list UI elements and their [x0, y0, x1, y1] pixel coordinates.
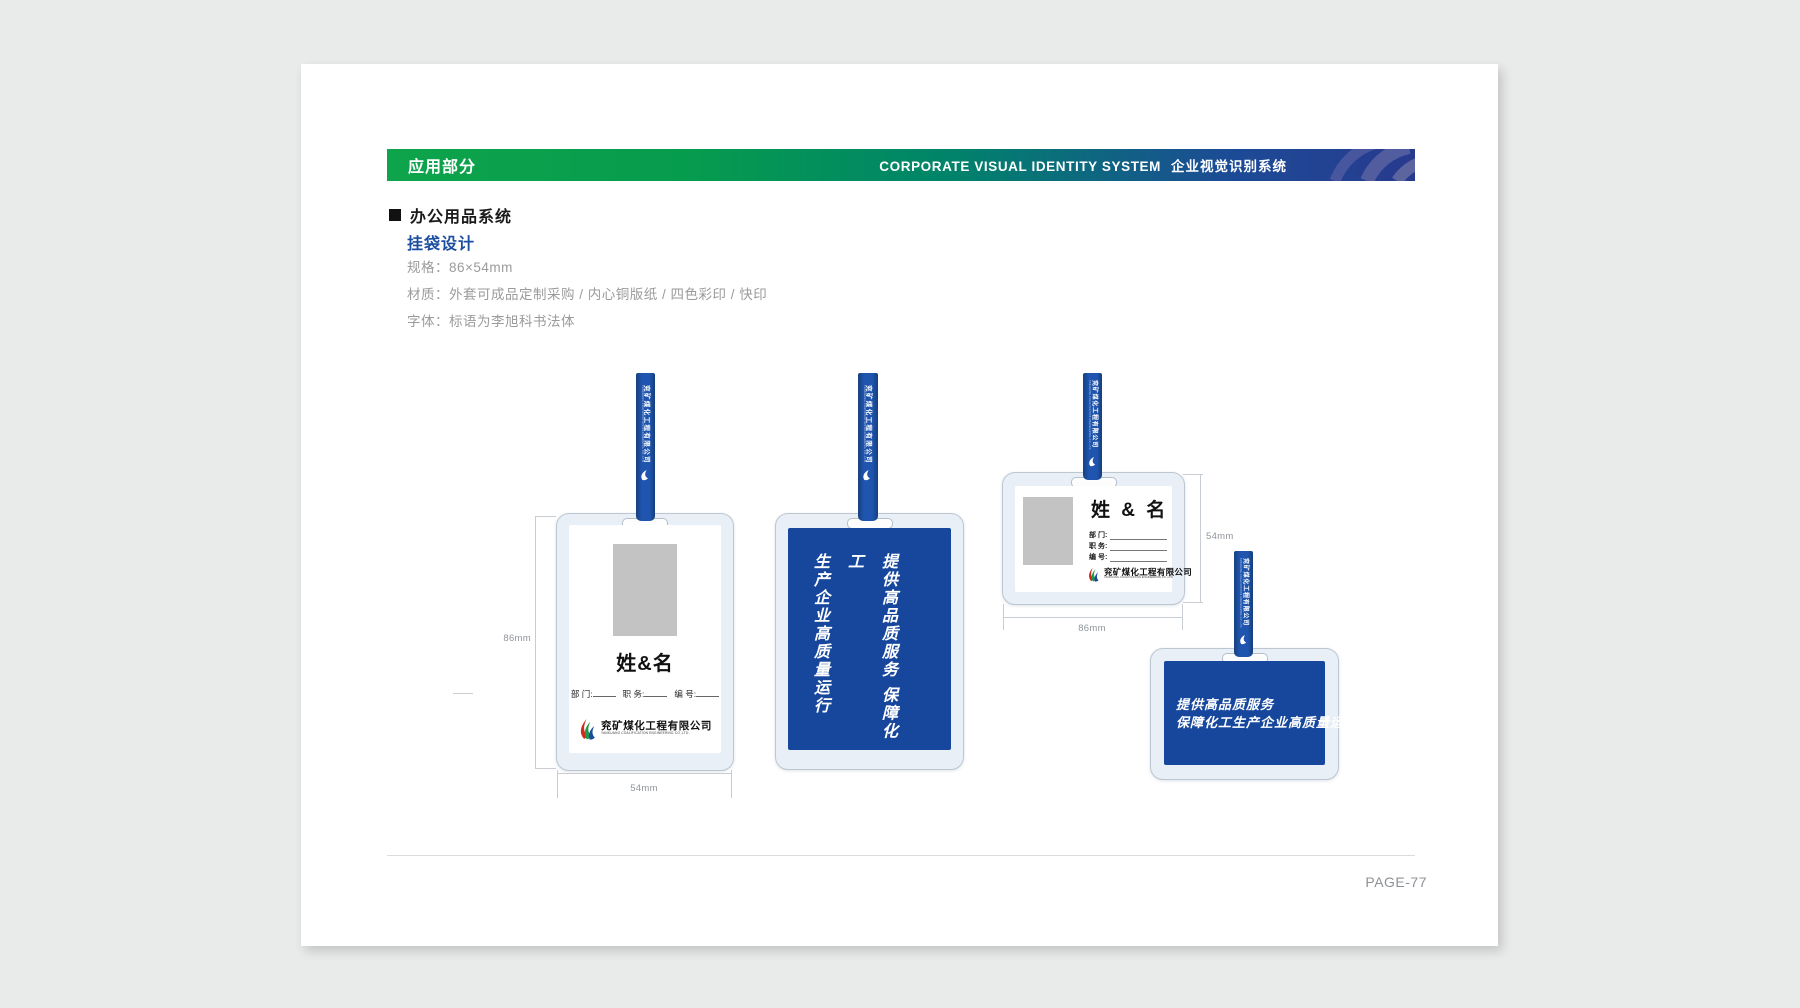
slogan-line-1: 提供高品质服务	[1176, 694, 1274, 713]
field-number-label: 编 号:	[1089, 552, 1107, 562]
footer-rule	[387, 855, 1415, 856]
company-flame-icon	[1087, 566, 1100, 582]
strap-company-name: 兖矿煤化工程有限公司	[1090, 380, 1097, 451]
dimension-label-54mm: 54mm	[614, 783, 674, 794]
slogan-vertical-text: 提供高品质服务 保障化工 生产企业高质量运行	[803, 553, 905, 742]
dimension-tick	[1183, 602, 1203, 603]
photo-placeholder	[613, 544, 677, 636]
strap-company-name: 兖矿煤化工程有限公司	[643, 385, 650, 464]
logo-company-name-en: YANKUANG COALIFICATION ENGINEERING CO.,L…	[1104, 577, 1192, 580]
header-system-title: CORPORATE VISUAL IDENTITY SYSTEM 企业视觉识别系…	[879, 155, 1287, 175]
company-leaf-icon	[863, 469, 873, 481]
logo-company-name-en: YANKUANG COALIFICATION ENGINEERING CO.,L…	[601, 732, 712, 735]
field-blank-line	[696, 688, 719, 697]
dimension-extension	[1182, 604, 1183, 630]
dimension-line-height	[535, 516, 536, 768]
badge-card: 姓&名 部 门: 职 务: 编 号: 兖矿煤化工程有限公司 YANKUANG COA…	[569, 525, 721, 753]
header-decoration-arcs-icon	[1305, 149, 1415, 181]
header-title-chinese: 企业视觉识别系统	[1171, 155, 1287, 175]
field-blank-line	[1110, 532, 1167, 540]
lanyard-strap: 兖矿煤化工程有限公司 YANKUANG COALIFICATION ENGINE…	[1234, 551, 1253, 657]
square-bullet-icon	[389, 209, 401, 221]
field-department-label: 部 门:	[571, 689, 593, 699]
company-flame-icon	[578, 717, 597, 740]
company-leaf-icon	[1088, 456, 1097, 467]
dimension-extension	[731, 770, 732, 798]
field-blank-line	[1110, 543, 1167, 551]
guide-dash	[453, 693, 473, 694]
badge-name-text: 姓 & 名	[1091, 495, 1168, 522]
spec-font: 字体：标语为李旭科书法体	[407, 310, 575, 330]
field-title-label: 职 务:	[623, 689, 645, 699]
lanyard-strap: 兖矿煤化工程有限公司 YANKUANG COALIFICATION ENGINE…	[858, 373, 878, 521]
lanyard-strap: 兖矿煤化工程有限公司 YANKUANG COALIFICATION ENGINE…	[1083, 373, 1102, 480]
section-heading: 办公用品系统	[389, 203, 512, 227]
strap-company-name: 兖矿煤化工程有限公司	[865, 385, 872, 464]
dimension-label-86mm: 86mm	[487, 633, 531, 644]
slogan-line-2: 保障化工生产企业高质量运行	[1176, 712, 1358, 731]
vi-manual-page: 应用部分 CORPORATE VISUAL IDENTITY SYSTEM 企业…	[301, 64, 1498, 946]
page-subtitle: 挂袋设计	[407, 230, 475, 254]
field-department-label: 部 门:	[1089, 530, 1107, 540]
page-number: PAGE-77	[1347, 874, 1427, 890]
badge-portrait-front: 姓&名 部 门: 职 务: 编 号: 兖矿煤化工程有限公司 YANKUANG COA…	[556, 513, 734, 771]
dimension-line-width	[557, 773, 731, 774]
company-leaf-icon	[1239, 634, 1248, 645]
photo-placeholder	[1023, 497, 1073, 565]
badge-blue-card: 提供高品质服务 保障化工 生产企业高质量运行	[788, 528, 951, 750]
desktop-background: 应用部分 CORPORATE VISUAL IDENTITY SYSTEM 企业…	[0, 0, 1800, 1008]
field-blank-line	[593, 688, 616, 697]
dimension-label-54mm: 54mm	[1206, 531, 1234, 542]
badge-card: 姓 & 名 部 门: 职 务: 编 号: 兖矿	[1015, 486, 1172, 592]
strap-company-name-en: YANKUANG COALIFICATION ENGINEERING CO.,L…	[1088, 380, 1091, 451]
strap-company-name-en: YANKUANG COALIFICATION ENGINEERING CO.,L…	[863, 385, 866, 464]
lanyard-strap: 兖矿煤化工程有限公司 YANKUANG COALIFICATION ENGINE…	[636, 373, 655, 521]
badge-landscape-front: 姓 & 名 部 门: 职 务: 编 号: 兖矿	[1002, 472, 1185, 605]
spec-material: 材质：外套可成品定制采购 / 内心铜版纸 / 四色彩印 / 快印	[407, 283, 767, 303]
badge-field-row: 部 门:	[1089, 530, 1167, 540]
slogan-column-left: 生产企业高质量运行	[803, 553, 837, 742]
field-blank-line	[1110, 554, 1167, 562]
badge-field-row: 职 务:	[1089, 541, 1167, 551]
badge-name-text: 姓&名	[569, 647, 721, 676]
field-blank-line	[644, 688, 667, 697]
field-title-label: 职 务:	[1089, 541, 1107, 551]
dimension-tick	[535, 768, 556, 769]
badge-fields: 部 门: 职 务: 编 号:	[569, 688, 721, 700]
company-logo: 兖矿煤化工程有限公司 YANKUANG COALIFICATION ENGINE…	[578, 717, 712, 740]
section-title: 办公用品系统	[410, 203, 512, 227]
spec-size: 规格：86×54mm	[407, 256, 513, 276]
slogan-column-right: 提供高品质服务 保障化工	[837, 553, 905, 742]
company-logo: 兖矿煤化工程有限公司 YANKUANG COALIFICATION ENGINE…	[1087, 566, 1192, 582]
badge-landscape-back: 提供高品质服务 保障化工生产企业高质量运行	[1150, 648, 1339, 780]
company-leaf-icon	[641, 469, 651, 481]
dimension-tick	[535, 516, 556, 517]
strap-company-name-en: YANKUANG COALIFICATION ENGINEERING CO.,L…	[641, 385, 644, 464]
dimension-line-height	[1200, 474, 1201, 602]
badge-portrait-back: 提供高品质服务 保障化工 生产企业高质量运行	[775, 513, 964, 770]
strap-company-name: 兖矿煤化工程有限公司	[1241, 558, 1248, 629]
header-banner: 应用部分 CORPORATE VISUAL IDENTITY SYSTEM 企业…	[387, 149, 1415, 181]
header-section-label: 应用部分	[408, 153, 476, 177]
field-number-label: 编 号:	[674, 689, 696, 699]
dimension-extension	[557, 770, 558, 798]
badge-field-row: 编 号:	[1089, 552, 1167, 562]
dimension-line-width	[1003, 617, 1182, 618]
badge-blue-card: 提供高品质服务 保障化工生产企业高质量运行	[1164, 661, 1325, 765]
header-title-english: CORPORATE VISUAL IDENTITY SYSTEM	[879, 159, 1161, 174]
strap-company-name-en: YANKUANG COALIFICATION ENGINEERING CO.,L…	[1239, 558, 1242, 629]
dimension-label-86mm: 86mm	[1062, 623, 1122, 634]
